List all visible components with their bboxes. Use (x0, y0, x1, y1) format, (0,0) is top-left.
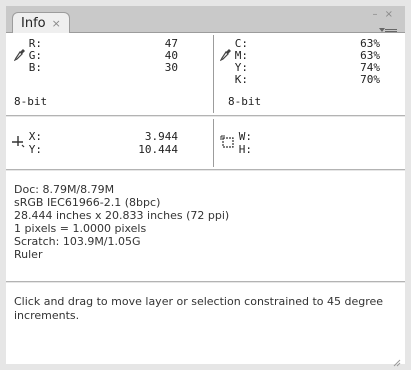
divider (213, 119, 214, 167)
cmyk-bit-depth[interactable]: 8-bit (228, 96, 261, 108)
resize-grip-icon[interactable] (393, 352, 401, 367)
doc-dimensions: 28.444 inches x 20.833 inches (72 ppi) (14, 209, 230, 222)
tab-info-label: Info (21, 16, 46, 31)
doc-ruler: Ruler (14, 248, 43, 261)
position-y-value: 10.444 (138, 143, 178, 156)
panel-tab-bar: Info × – × (6, 6, 405, 34)
tab-info[interactable]: Info × (12, 12, 70, 34)
size-h-label: H: (238, 143, 252, 156)
eyedropper-icon[interactable] (13, 48, 26, 65)
menu-arrow-icon (379, 28, 385, 32)
color-readout-section: R: 47 G: 40 B: 30 8-bit C: 63% M: 63% Y:… (6, 33, 405, 116)
position-x-value: 3.944 (144, 130, 178, 143)
close-icon[interactable]: × (52, 18, 61, 29)
position-size-section: X: 3.944 Y: 10.444 W: H: (6, 117, 405, 170)
document-info-section: Doc: 8.79M/8.79M sRGB IEC61966-2.1 (8bpc… (6, 171, 405, 282)
cmyk-label-k: K: (234, 73, 248, 86)
rgb-label-b: B: (28, 61, 42, 74)
tool-hint-text: Click and drag to move layer or selectio… (14, 295, 384, 322)
window-controls[interactable]: – × (372, 9, 395, 20)
size-w-label: W: (238, 130, 252, 143)
selection-size-icon[interactable] (220, 134, 236, 150)
rgb-bit-depth[interactable]: 8-bit (14, 96, 47, 108)
tool-hint-section: Click and drag to move layer or selectio… (6, 283, 405, 367)
crosshair-icon[interactable] (10, 134, 26, 150)
doc-profile: sRGB IEC61966-2.1 (8bpc) (14, 196, 161, 209)
doc-size: Doc: 8.79M/8.79M (14, 183, 115, 196)
eyedropper-icon[interactable] (219, 48, 232, 65)
info-panel: Info × – × R: 47 G: 40 B: 30 8-bit C: 63… (0, 0, 411, 370)
document-info-list: Doc: 8.79M/8.79M sRGB IEC61966-2.1 (8bpc… (14, 183, 229, 261)
doc-scratch: Scratch: 103.9M/1.05G (14, 235, 141, 248)
divider (213, 35, 214, 113)
cmyk-value-k: 70% (360, 73, 380, 86)
rgb-value-b: 30 (164, 61, 178, 74)
doc-pixel-ratio: 1 pixels = 1.0000 pixels (14, 222, 147, 235)
position-x-label: X: (28, 130, 42, 143)
position-y-label: Y: (28, 143, 42, 156)
